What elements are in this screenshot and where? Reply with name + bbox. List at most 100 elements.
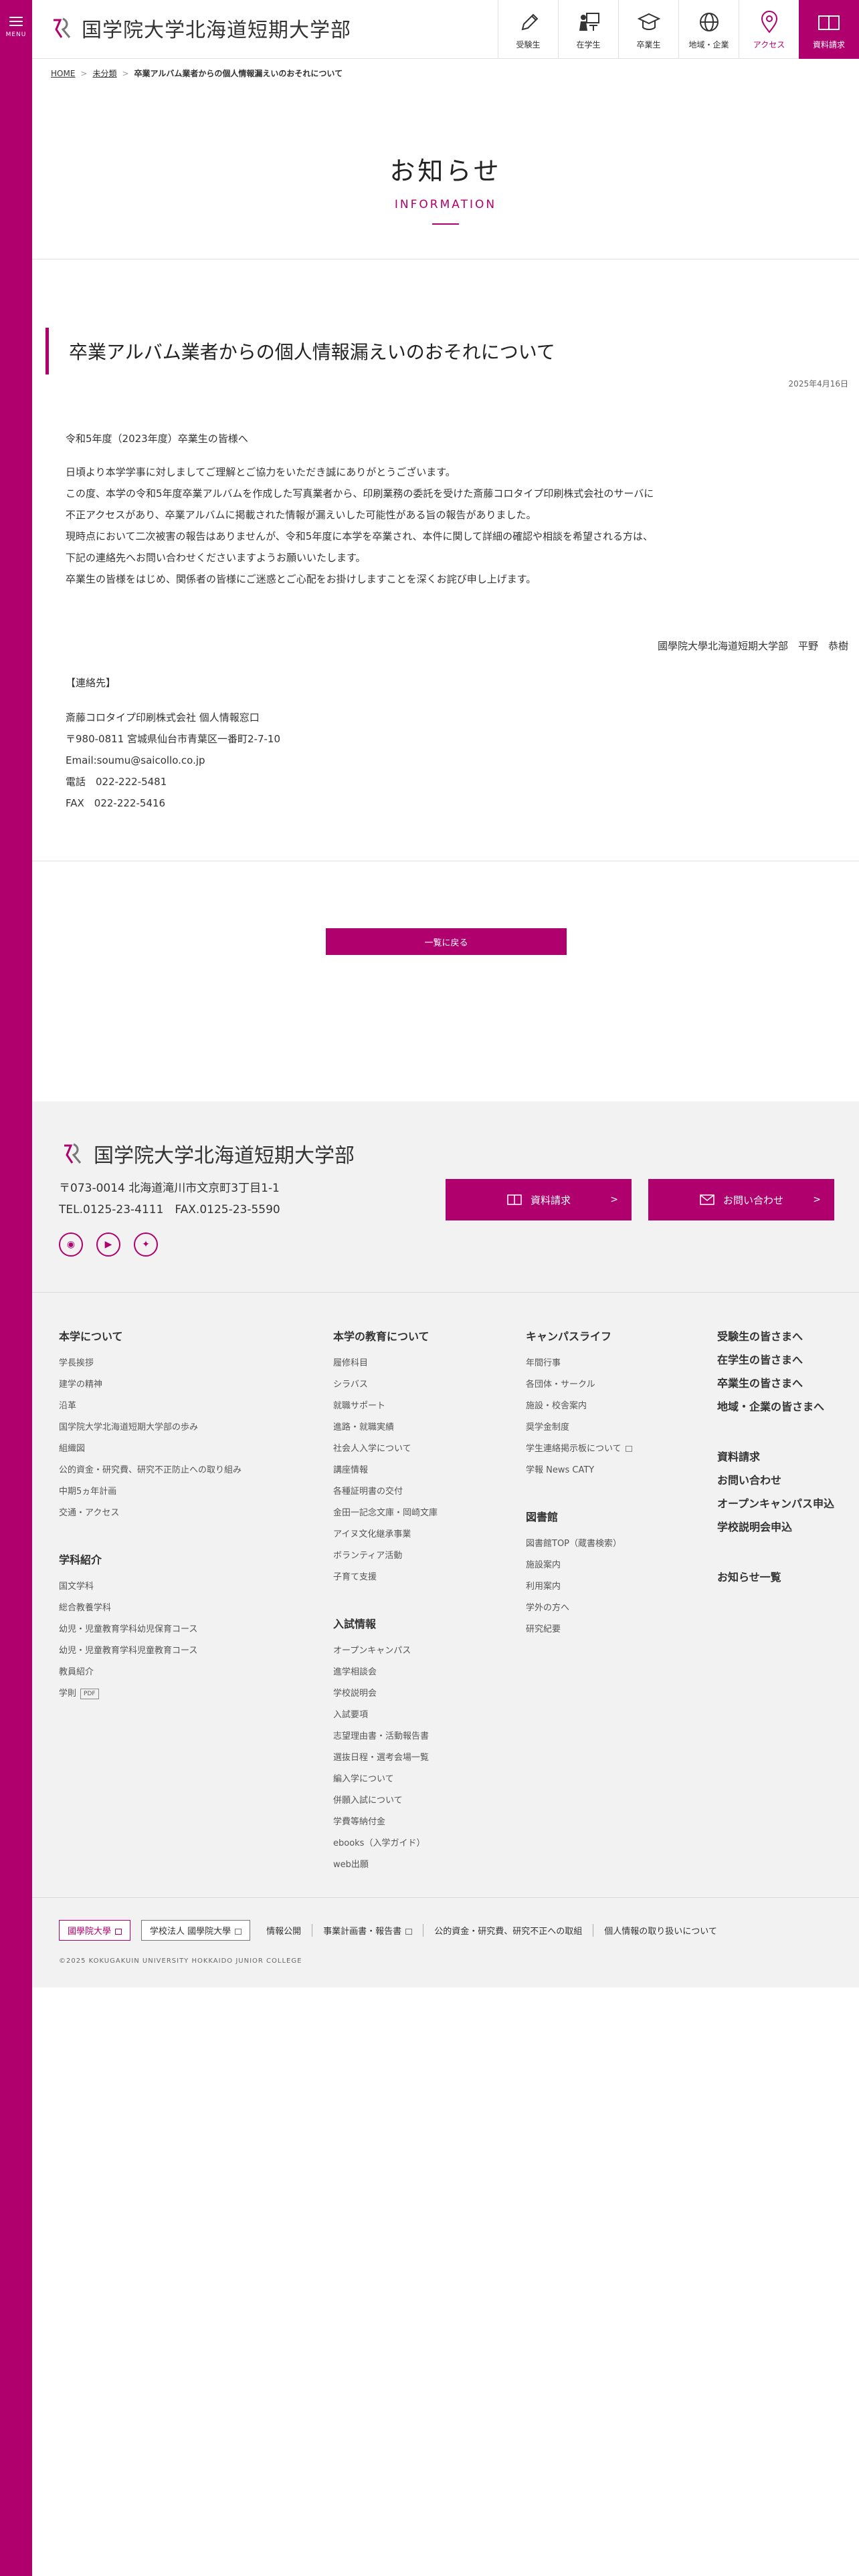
footer-quicklink[interactable]: オープンキャンパス申込 — [717, 1492, 834, 1515]
footer-link[interactable]: 各団体・サークル — [526, 1374, 632, 1396]
footer-quicklink[interactable]: お知らせ一覧 — [717, 1566, 834, 1589]
youtube-icon[interactable]: ▶ — [96, 1232, 120, 1257]
footer-logo[interactable]: 国学院大学北海道短期大学部 — [59, 1139, 355, 1168]
footer-link[interactable]: 国学院大学北海道短期大学部の歩み — [59, 1417, 242, 1438]
breadcrumb-category[interactable]: 未分類 — [92, 68, 116, 79]
envelope-icon — [700, 1194, 714, 1205]
twitter-icon[interactable]: ✦ — [134, 1232, 158, 1257]
footer-link[interactable]: 講座情報 — [333, 1460, 438, 1481]
footer-heading: 図書館 — [526, 1511, 559, 1523]
footer-link[interactable]: 年間行事 — [526, 1353, 632, 1374]
research-funds-link[interactable]: 公的資金・研究費、研究不正への取組 — [423, 1924, 593, 1937]
footer-request-button[interactable]: 資料請求 > — [446, 1179, 632, 1220]
graduation-cap-icon — [637, 13, 660, 30]
contact-info: 斎藤コロタイプ印刷株式会社 個人情報窓口 〒980-0811 宮城県仙台市青葉区… — [66, 707, 280, 814]
footer-quicklink[interactable]: 在学生の皆さまへ — [717, 1348, 834, 1372]
footer-link[interactable]: ボランティア活動 — [333, 1545, 438, 1567]
nav-students[interactable]: 在学生 — [558, 0, 618, 59]
nav-community[interactable]: 地域・企業 — [678, 0, 739, 59]
footer-link[interactable]: 志望理由書・活動報告書 — [333, 1726, 438, 1747]
article-date: 2025年4月16日 — [788, 379, 848, 389]
school-corporation-link[interactable]: 学校法人 國學院大學 — [141, 1920, 251, 1941]
footer-quicklink[interactable]: お問い合わせ — [717, 1469, 834, 1492]
footer-link[interactable]: 教員紹介 — [59, 1662, 242, 1683]
footer-link[interactable]: 利用案内 — [526, 1576, 632, 1598]
footer-link[interactable]: 金田一記念文庫・岡崎文庫 — [333, 1503, 438, 1524]
footer-link[interactable]: 幼児・児童教育学科児童教育コース — [59, 1640, 242, 1662]
footer-link[interactable]: web出願 — [333, 1854, 438, 1876]
instagram-icon[interactable]: ◉ — [59, 1232, 83, 1257]
arrow-right-icon: > — [813, 1194, 821, 1205]
page-title: お知らせ — [389, 156, 502, 186]
footer-link[interactable]: 学報 News CATY — [526, 1460, 632, 1481]
footer-link[interactable]: オープンキャンパス — [333, 1640, 438, 1662]
footer-link[interactable]: 奨学金制度 — [526, 1417, 632, 1438]
nav-graduates[interactable]: 卒業生 — [618, 0, 678, 59]
back-to-list-button[interactable]: 一覧に戻る — [326, 928, 567, 955]
side-menu-bar: MENU — [0, 0, 32, 2576]
footer-link[interactable]: 総合教養学科 — [59, 1598, 242, 1619]
footer-link[interactable]: 子育て支援 — [333, 1567, 438, 1588]
footer-link[interactable]: 社会人入学について — [333, 1438, 438, 1460]
footer-link[interactable]: 学校説明会 — [333, 1683, 438, 1705]
footer-link[interactable]: 図書館TOP（蔵書検索） — [526, 1533, 632, 1555]
footer-link[interactable]: 建学の精神 — [59, 1374, 242, 1396]
footer-link[interactable]: 施設・校舎案内 — [526, 1396, 632, 1417]
menu-button[interactable]: MENU — [0, 0, 32, 53]
nav-request-materials[interactable]: 資料請求 — [799, 0, 859, 59]
footer-link[interactable]: 交通・アクセス — [59, 1503, 242, 1524]
nav-applicants[interactable]: 受験生 — [498, 0, 558, 59]
footer-link[interactable]: 進学相談会 — [333, 1662, 438, 1683]
external-link-icon — [235, 1929, 242, 1935]
footer-link[interactable]: 入試要項 — [333, 1705, 438, 1726]
footer-link[interactable]: 履修科目 — [333, 1353, 438, 1374]
footer-link[interactable]: 進路・就職実績 — [333, 1417, 438, 1438]
footer-heading: 学科紹介 — [59, 1553, 102, 1566]
footer-quicklink[interactable]: 資料請求 — [717, 1445, 834, 1469]
footer-link[interactable]: 就職サポート — [333, 1396, 438, 1417]
book-icon — [818, 15, 840, 30]
footer-link-external[interactable]: 学生連絡掲示板について — [526, 1438, 632, 1460]
footer-quicklink[interactable]: 受験生の皆さまへ — [717, 1325, 834, 1348]
footer-col-education: 本学の教育について 履修科目 シラバス 就職サポート 進路・就職実績 社会人入学… — [333, 1327, 438, 1876]
footer-quicklink[interactable]: 卒業生の皆さまへ — [717, 1372, 834, 1395]
footer-link[interactable]: 編入学について — [333, 1769, 438, 1790]
site-logo[interactable]: 国学院大学北海道短期大学部 — [48, 13, 351, 43]
breadcrumb-home[interactable]: HOME — [51, 69, 75, 78]
article-signature: 國學院大學北海道短期大学部 平野 恭樹 — [657, 640, 848, 652]
footer-link[interactable]: 研究紀要 — [526, 1619, 632, 1640]
link-label: 学校法人 國學院大學 — [150, 1927, 231, 1937]
footer-link-rules[interactable]: 学則 PDF — [59, 1683, 242, 1705]
footer-link[interactable]: ebooks（入学ガイド） — [333, 1833, 438, 1854]
footer-contact-button[interactable]: お問い合わせ > — [648, 1179, 834, 1220]
footer-link[interactable]: 各種証明書の交付 — [333, 1481, 438, 1503]
footer-link[interactable]: 国文学科 — [59, 1576, 242, 1598]
footer-link[interactable]: 学費等納付金 — [333, 1812, 438, 1833]
article-greeting: 令和5年度（2023年度）卒業生の皆様へ — [66, 433, 248, 445]
footer-col-about: 本学について 学長挨拶 建学の精神 沿革 国学院大学北海道短期大学部の歩み 組織… — [59, 1327, 242, 1705]
social-links: ◉ ▶ ✦ — [59, 1232, 171, 1257]
kokugakuin-university-link[interactable]: 國學院大學 — [59, 1920, 131, 1941]
privacy-policy-link[interactable]: 個人情報の取り扱いについて — [593, 1924, 728, 1937]
footer-link[interactable]: 選抜日程・選考会場一覧 — [333, 1747, 438, 1769]
arrow-right-icon: > — [610, 1194, 618, 1205]
business-plan-link[interactable]: 事業計画書・報告書 — [312, 1924, 423, 1937]
footer-link[interactable]: シラバス — [333, 1374, 438, 1396]
footer-link[interactable]: 施設案内 — [526, 1555, 632, 1576]
nav-access[interactable]: アクセス — [739, 0, 799, 59]
footer-link[interactable]: 中期5ヵ年計画 — [59, 1481, 242, 1503]
footer-link[interactable]: 学外の方へ — [526, 1598, 632, 1619]
footer-link[interactable]: アイヌ文化継承事業 — [333, 1524, 438, 1545]
footer-link[interactable]: 併願入試について — [333, 1790, 438, 1812]
disclosure-link[interactable]: 情報公開 — [261, 1924, 312, 1937]
footer-link[interactable]: 沿革 — [59, 1396, 242, 1417]
student-icon — [579, 12, 599, 31]
footer-link[interactable]: 公的資金・研究費、研究不正防止への取り組み — [59, 1460, 242, 1481]
footer-link[interactable]: 幼児・児童教育学科幼児保育コース — [59, 1619, 242, 1640]
footer-link[interactable]: 組織図 — [59, 1438, 242, 1460]
footer-quicklink[interactable]: 地域・企業の皆さまへ — [717, 1395, 834, 1418]
site-header: 国学院大学北海道短期大学部 受験生 在学生 卒業生 地域・企業 アクセス 資料請… — [32, 0, 859, 59]
footer-quicklink[interactable]: 学校説明会申込 — [717, 1515, 834, 1539]
footer-link[interactable]: 学長挨拶 — [59, 1353, 242, 1374]
